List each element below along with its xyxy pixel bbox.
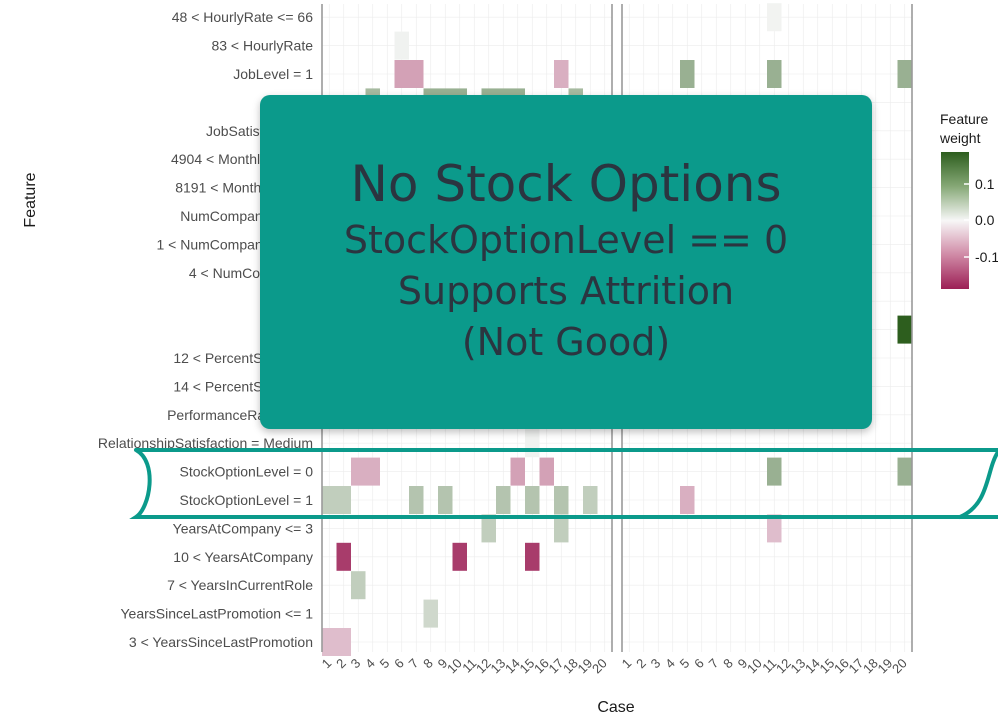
feature-tick-label: 7 < YearsInCurrentRole: [167, 577, 313, 593]
case-tick-label: 8: [420, 656, 436, 672]
heatmap-cell: [496, 486, 511, 514]
heatmap-cell: [322, 628, 337, 656]
feature-tick-label: 48 < HourlyRate <= 66: [172, 9, 313, 25]
feature-tick-label: StockOptionLevel = 1: [180, 492, 314, 508]
heatmap-cell: [525, 429, 540, 458]
case-tick-label: 1: [319, 656, 335, 672]
feature-tick-label: StockOptionLevel = 0: [180, 464, 314, 480]
case-tick-labels: 1234567891011121314151617181920 123456789…: [319, 656, 910, 677]
heatmap-cell: [583, 486, 598, 514]
case-tick-label: 4: [362, 656, 378, 672]
heatmap-cell: [897, 60, 912, 88]
heatmap-cell: [897, 457, 912, 486]
case-tick-label: 7: [706, 656, 722, 672]
case-tick-label: 5: [677, 656, 693, 672]
heatmap-cell: [680, 486, 695, 514]
heatmap-cell: [336, 542, 351, 571]
annotation-card: No Stock Options StockOptionLevel == 0 S…: [260, 95, 872, 429]
case-tick-label: 20: [589, 656, 610, 677]
case-tick-label: 2: [333, 656, 349, 672]
feature-tick-label: JobLevel = 1: [233, 66, 313, 82]
feature-tick-label: 83 < HourlyRate: [211, 38, 313, 54]
heatmap-cell: [409, 60, 424, 88]
heatmap-cell: [897, 315, 912, 344]
heatmap-cell: [554, 486, 569, 514]
heatmap-cell: [409, 486, 424, 514]
feature-tick-label: 3 < YearsSinceLastPromotion: [129, 634, 313, 650]
heatmap-cell: [351, 571, 366, 600]
case-tick-label: 5: [377, 656, 393, 672]
case-tick-label: 1: [619, 656, 635, 672]
legend-tick-label: 0.0: [975, 212, 995, 228]
heatmap-cell: [322, 486, 337, 514]
case-tick-label: 20: [889, 656, 910, 677]
annotation-line: (Not Good): [461, 320, 671, 364]
annotation-line: StockOptionLevel == 0: [343, 218, 789, 262]
heatmap-cell: [336, 486, 351, 514]
heatmap-cell: [539, 457, 554, 486]
heatmap-cell: [438, 486, 453, 514]
case-tick-label: 3: [348, 656, 364, 672]
feature-tick-label: YearsSinceLastPromotion <= 1: [121, 606, 314, 622]
heatmap-cell: [423, 599, 438, 628]
heatmap-cell: [336, 628, 351, 656]
legend: Feature weight 0.1 0.0 -0.1: [939, 111, 998, 289]
heatmap-cell: [767, 60, 782, 88]
case-tick-label: 6: [391, 656, 407, 672]
legend-title-line-2: weight: [939, 130, 981, 146]
heatmap-cell: [365, 457, 380, 486]
case-tick-label: 2: [633, 656, 649, 672]
heatmap-cell: [525, 486, 540, 514]
legend-tick-label: 0.1: [975, 176, 995, 192]
heatmap-cell: [510, 457, 525, 486]
case-tick-label: 3: [648, 656, 664, 672]
heatmap-cell: [680, 60, 695, 88]
feature-tick-label: YearsAtCompany <= 3: [173, 520, 314, 536]
legend-title-line-1: Feature: [940, 111, 988, 127]
x-axis-title: Case: [597, 699, 634, 716]
heatmap-cell: [767, 3, 782, 32]
case-tick-label: 8: [720, 656, 736, 672]
legend-tick-label: -0.1: [975, 249, 998, 265]
case-tick-label: 7: [406, 656, 422, 672]
heatmap-cell: [554, 60, 569, 88]
case-tick-label: 6: [691, 656, 707, 672]
feature-tick-label: 10 < YearsAtCompany: [173, 549, 313, 565]
annotation-line: Supports Attrition: [397, 269, 735, 313]
heatmap-cell: [351, 457, 366, 486]
heatmap-cell: [394, 31, 409, 60]
heatmap-cell: [767, 457, 782, 486]
heatmap-cell: [452, 542, 467, 571]
heatmap-cell: [525, 542, 540, 571]
heatmap-cell: [394, 60, 409, 88]
y-axis-title: Feature: [22, 172, 39, 227]
annotation-title: No Stock Options: [350, 155, 782, 213]
case-tick-label: 4: [662, 656, 678, 672]
